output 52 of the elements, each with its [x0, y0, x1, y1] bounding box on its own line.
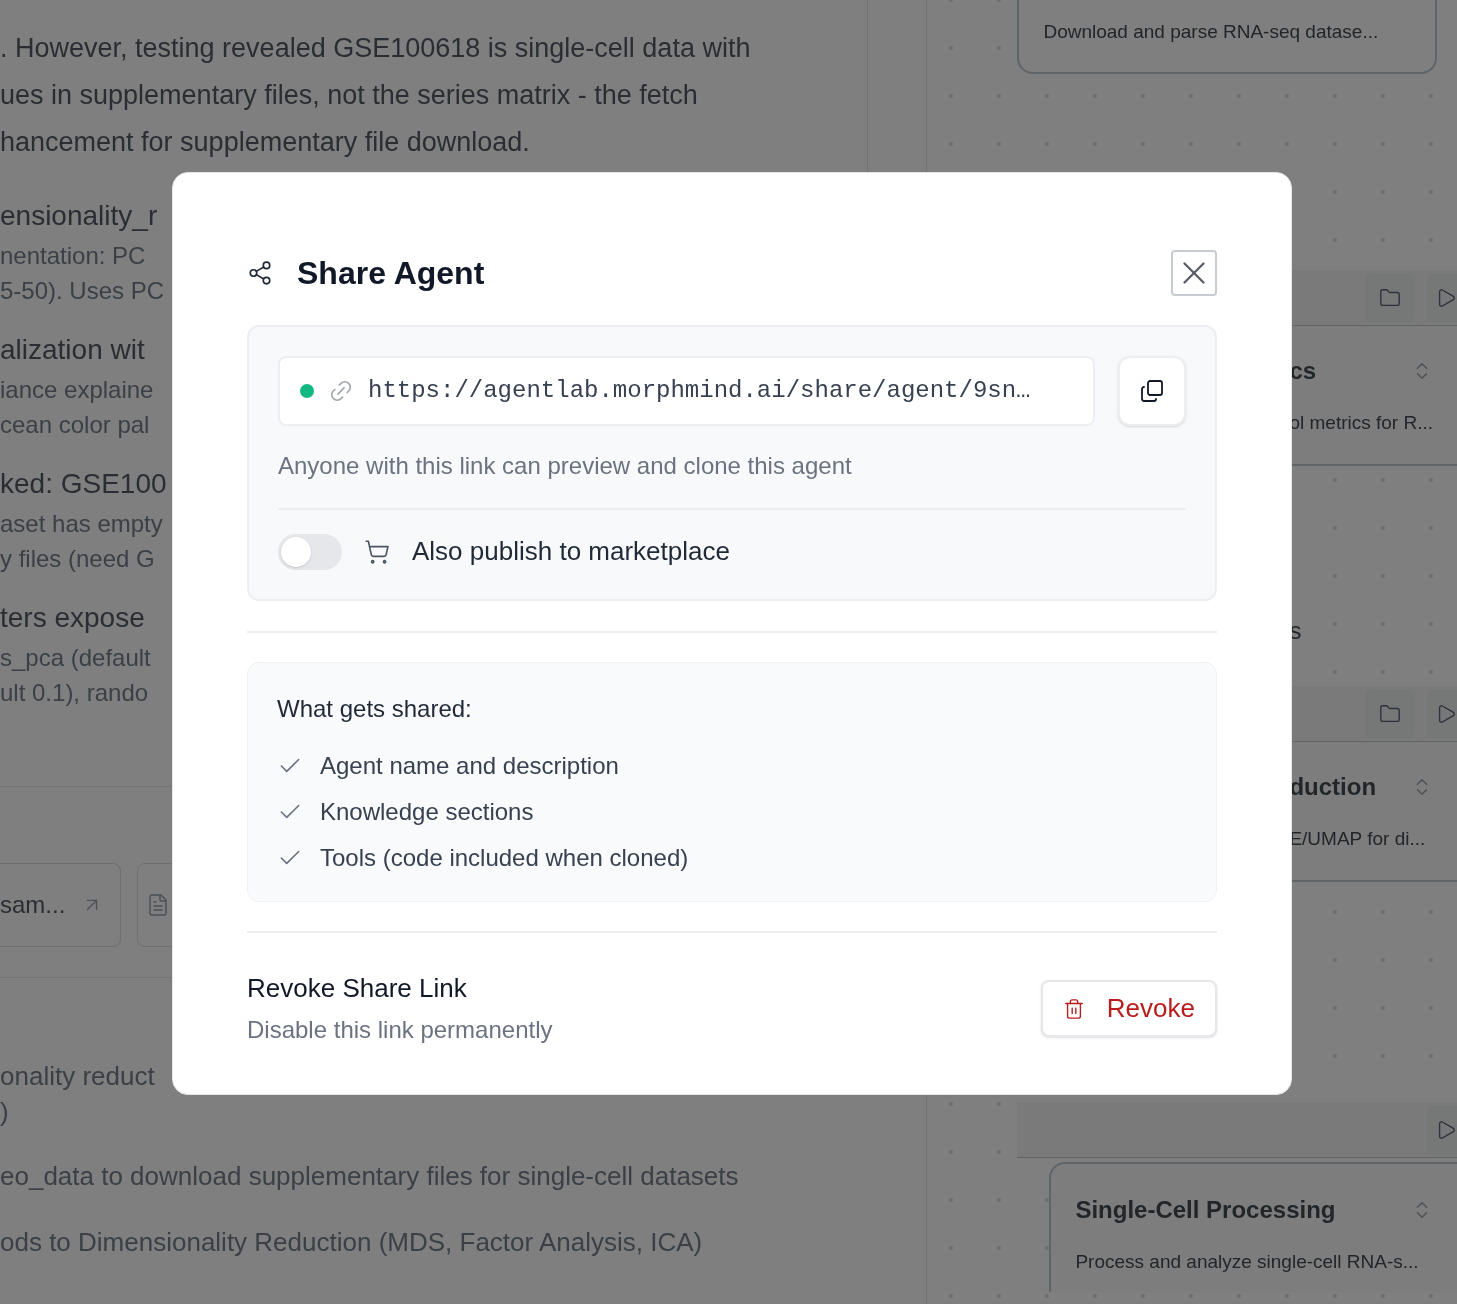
panel-heading: What gets shared:	[277, 694, 473, 724]
document-text: eo_data to download supplementary files for single-cell datasets	[0, 1160, 739, 1193]
trash-icon	[1062, 997, 1085, 1020]
node-description: Download and parse RNA-seq datase...	[1043, 19, 1379, 44]
file-icon	[146, 893, 170, 917]
folder-button[interactable]	[1365, 272, 1415, 323]
close-button[interactable]	[1171, 250, 1217, 296]
copy-button[interactable]	[1118, 356, 1186, 426]
play-button[interactable]	[1427, 1104, 1457, 1155]
attachment-card[interactable]: sam...	[0, 863, 121, 947]
shared-item: Tools (code included when cloned)	[320, 843, 689, 873]
section-text: aset has empty	[0, 509, 163, 539]
toggle-label: Also publish to marketplace	[412, 535, 730, 568]
node-description: Process and analyze single-cell RNA-s...	[1075, 1250, 1420, 1274]
document-text: ods to Dimensionality Reduction (MDS, Factor Analysis, ICA)	[0, 1226, 703, 1259]
document-text: ues in supplementary files, not the series matrix - the fetch	[0, 79, 698, 112]
share-icon	[247, 260, 273, 286]
cart-icon	[364, 538, 390, 565]
revoke-subtitle: Disable this link permanently	[247, 1015, 553, 1045]
section-text: y files (need G	[0, 544, 155, 574]
folder-button[interactable]	[1365, 688, 1415, 739]
shared-item: Knowledge sections	[320, 797, 534, 827]
section-text: cean color pal	[0, 410, 150, 440]
section-text: s_pca (default	[0, 643, 151, 673]
section-text: ult 0.1), rando	[0, 678, 149, 708]
section-text: nentation: PC	[0, 241, 146, 271]
section-heading: ters expose	[0, 601, 145, 635]
play-button[interactable]	[1427, 272, 1457, 323]
folder-icon	[1379, 702, 1401, 725]
revoke-button[interactable]: Revoke	[1040, 980, 1217, 1037]
document-text: . However, testing revealed GSE100618 is single-cell data with	[0, 32, 751, 65]
play-button[interactable]	[1427, 688, 1457, 739]
section-heading: alization wit	[0, 333, 145, 367]
node-card[interactable]: Single-Cell Processing Process and analyze single-cell RNA-s...	[1049, 1162, 1457, 1292]
link-caption: Anyone with this link can preview and clone this agent	[278, 451, 853, 481]
section-text: 5-50). Uses PC	[0, 276, 165, 306]
dialog-title: Share Agent	[297, 254, 485, 293]
node-title: Single-Cell Processing	[1075, 1195, 1336, 1225]
document-text: hancement for supplementary file download.	[0, 126, 530, 159]
node-title: duction	[1289, 771, 1377, 802]
section-heading: ensionality_r	[0, 199, 158, 233]
shared-item: Agent name and description	[320, 751, 619, 781]
marketplace-toggle[interactable]	[278, 533, 342, 570]
copy-icon	[1140, 379, 1164, 403]
revoke-title: Revoke Share Link	[247, 972, 468, 1005]
folder-icon	[1379, 286, 1401, 309]
node-description: E/UMAP for di...	[1289, 826, 1427, 851]
section-text: iance explaine	[0, 375, 154, 405]
document-text: )	[0, 1096, 9, 1129]
section-heading: ked: GSE100	[0, 467, 167, 501]
share-link-field[interactable]: https://agentlab.morphmind.ai/share/agent/9sn…	[278, 356, 1095, 426]
document-text: onality reduct	[0, 1060, 155, 1093]
